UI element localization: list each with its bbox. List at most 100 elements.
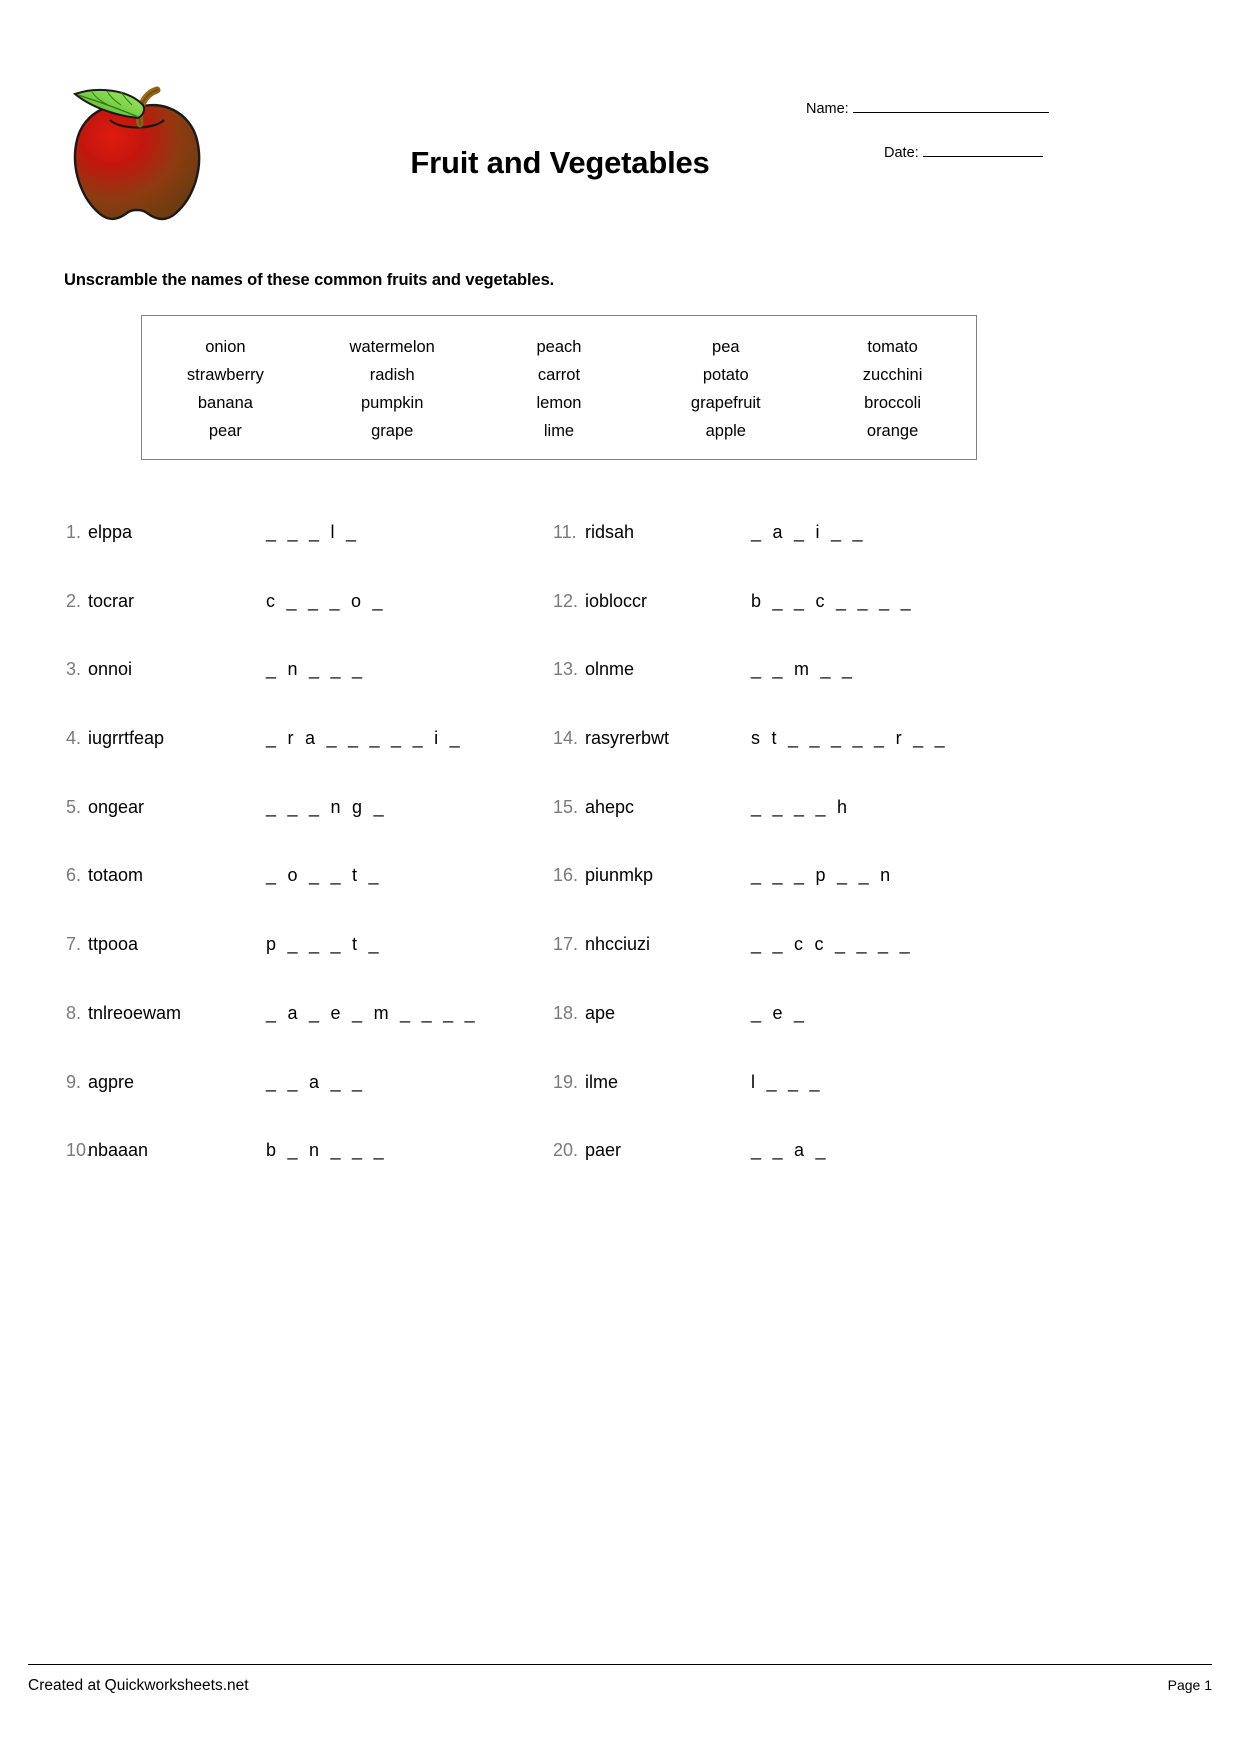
items-column-left: 1. elppa _ _ _ l _ 2. tocrar c _ _ _ o _… (66, 500, 586, 1187)
item-number: 1. (66, 522, 82, 542)
page-title: Fruit and Vegetables (410, 145, 710, 180)
item-number: 8. (66, 1002, 82, 1023)
answer-blanks[interactable]: _ a _ i _ _ (751, 522, 863, 543)
item-number: 3. (66, 659, 82, 680)
date-label: Date: (884, 145, 919, 162)
item-number: 11. (553, 522, 577, 542)
bank-word: watermelon (349, 337, 435, 356)
word-bank-grid: onion watermelon peach pea tomato strawb… (142, 316, 976, 459)
worksheet-page: Fruit and Vegetables Name: Date: Unscram… (0, 0, 1240, 1753)
item-number: 14. (553, 728, 579, 749)
answer-blanks[interactable]: _ a _ e _ m _ _ _ _ (266, 1003, 475, 1024)
puzzle-item: 3. onnoi _ n _ _ _ (66, 637, 586, 706)
answer-blanks[interactable]: _ o _ _ t _ (266, 865, 379, 886)
name-blank-line[interactable] (852, 99, 1049, 114)
scrambled-word: totaom (88, 865, 144, 886)
footer-divider (28, 1664, 1212, 1665)
puzzle-item: 2. tocrar c _ _ _ o _ (66, 569, 586, 638)
puzzle-item: 16. piunmkp _ _ _ p _ _ n (553, 843, 1113, 912)
bank-word: peach (536, 337, 582, 356)
answer-blanks[interactable]: _ e _ (751, 1003, 805, 1024)
scrambled-word: olnme (585, 659, 635, 680)
puzzle-item: 15. ahepc _ _ _ _ h (553, 775, 1113, 844)
item-number: 18. (553, 1002, 579, 1023)
scrambled-word: ape (585, 1002, 616, 1023)
footer-page-number: Page 1 (1167, 1677, 1212, 1693)
scrambled-word: iobloccr (585, 590, 648, 611)
puzzle-item: 5. ongear _ _ _ n g _ (66, 775, 586, 844)
scrambled-word: nhcciuzi (585, 934, 651, 955)
bank-word: carrot (537, 365, 581, 384)
item-number: 20. (553, 1140, 579, 1161)
item-number: 6. (66, 865, 82, 886)
answer-blanks[interactable]: p _ _ _ t _ (266, 934, 379, 955)
bank-word: grapefruit (690, 393, 761, 412)
bank-word: lemon (536, 393, 582, 412)
scrambled-word: ilme (585, 1071, 619, 1092)
bank-word: grape (371, 421, 414, 440)
apple-icon (62, 68, 212, 233)
puzzle-item: 11. ridsah _ a _ i _ _ (553, 500, 1113, 569)
footer-credit[interactable]: Created at Quickworksheets.net (28, 1677, 249, 1695)
item-number: 5. (66, 796, 82, 817)
scrambled-word: onnoi (88, 659, 133, 680)
answer-blanks[interactable]: _ _ m _ _ (751, 659, 853, 680)
name-field: Name: (806, 99, 1049, 117)
scrambled-word: ahepc (585, 796, 635, 817)
instructions-text: Unscramble the names of these common fru… (64, 271, 555, 289)
puzzle-item: 4. iugrrtfeap _ r a _ _ _ _ _ i _ (66, 706, 586, 775)
answer-blanks[interactable]: _ _ _ p _ _ n (751, 865, 891, 886)
bank-word: radish (369, 365, 415, 384)
date-blank-line[interactable] (922, 143, 1043, 158)
puzzle-item: 6. totaom _ o _ _ t _ (66, 843, 586, 912)
puzzle-item: 12. iobloccr b _ _ c _ _ _ _ (553, 569, 1113, 638)
answer-blanks[interactable]: s t _ _ _ _ _ r _ _ (751, 728, 945, 749)
answer-blanks[interactable]: b _ _ c _ _ _ _ (751, 591, 911, 612)
item-number: 19. (553, 1071, 579, 1092)
bank-word: zucchini (862, 365, 923, 384)
puzzle-item: 8. tnlreoewam _ a _ e _ m _ _ _ _ (66, 981, 586, 1050)
scrambled-word: paer (585, 1140, 622, 1161)
answer-blanks[interactable]: _ r a _ _ _ _ _ i _ (266, 728, 460, 749)
item-number: 16. (553, 865, 579, 886)
bank-word: pea (712, 337, 740, 356)
puzzle-item: 7. ttpooa p _ _ _ t _ (66, 912, 586, 981)
puzzle-item: 10. nbaaan b _ n _ _ _ (66, 1118, 586, 1187)
puzzle-item: 17. nhcciuzi _ _ c c _ _ _ _ (553, 912, 1113, 981)
bank-word: pear (208, 421, 242, 440)
answer-blanks[interactable]: c _ _ _ o _ (266, 591, 383, 612)
bank-word: pumpkin (361, 393, 424, 412)
item-number: 2. (66, 590, 82, 611)
worksheet-header: Fruit and Vegetables Name: Date: (0, 0, 1240, 270)
bank-word: banana (197, 393, 253, 412)
bank-word: lime (543, 421, 575, 440)
scrambled-word: elppa (88, 522, 133, 542)
word-bank-box: onion watermelon peach pea tomato strawb… (141, 315, 977, 460)
scrambled-word: ridsah (585, 522, 635, 542)
answer-blanks[interactable]: l _ _ _ (751, 1072, 820, 1093)
answer-blanks[interactable]: _ _ _ l _ (266, 522, 357, 543)
puzzle-item: 18. ape _ e _ (553, 981, 1113, 1050)
bank-word: apple (705, 421, 746, 440)
answer-blanks[interactable]: _ _ _ n g _ (266, 797, 384, 818)
answer-blanks[interactable]: _ n _ _ _ (266, 659, 363, 680)
item-number: 9. (66, 1071, 82, 1092)
scrambled-word: tocrar (88, 590, 135, 611)
item-number: 12. (553, 590, 579, 611)
items-column-right: 11. ridsah _ a _ i _ _ 12. iobloccr b _ … (553, 500, 1113, 1187)
scrambled-word: agpre (88, 1071, 135, 1092)
answer-blanks[interactable]: _ _ a _ (751, 1140, 826, 1161)
answer-blanks[interactable]: _ _ _ _ h (751, 797, 848, 818)
puzzle-item: 19. ilme l _ _ _ (553, 1050, 1113, 1119)
puzzle-item: 13. olnme _ _ m _ _ (553, 637, 1113, 706)
item-number: 4. (66, 728, 82, 749)
scrambled-word: iugrrtfeap (88, 728, 165, 749)
puzzle-item: 20. paer _ _ a _ (553, 1118, 1113, 1187)
answer-blanks[interactable]: _ _ c c _ _ _ _ (751, 934, 910, 955)
name-label: Name: (806, 101, 849, 118)
puzzle-item: 14. rasyrerbwt s t _ _ _ _ _ r _ _ (553, 706, 1113, 775)
answer-blanks[interactable]: _ _ a _ _ (266, 1072, 363, 1093)
item-number: 13. (553, 659, 579, 680)
answer-blanks[interactable]: b _ n _ _ _ (266, 1140, 384, 1161)
bank-word: orange (866, 421, 919, 440)
